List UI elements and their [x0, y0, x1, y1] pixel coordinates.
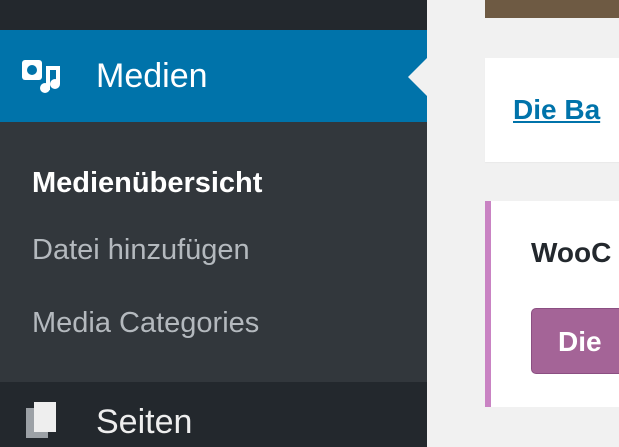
header-image-strip	[485, 0, 619, 18]
active-menu-pointer	[408, 58, 427, 96]
menu-item-seiten[interactable]: Seiten	[0, 382, 427, 447]
submenu-item-medienuebersicht[interactable]: Medienübersicht	[32, 166, 262, 200]
woocommerce-notice-title: WooC	[531, 237, 612, 268]
sidebar-previous-item	[0, 0, 427, 30]
menu-item-label: Medien	[96, 57, 208, 95]
notice-box: Die Ba	[485, 58, 619, 162]
admin-sidebar: Medien Medienübersicht Datei hinzufügen …	[0, 0, 427, 447]
woocommerce-action-button[interactable]: Die	[531, 308, 619, 374]
menu-item-label: Seiten	[96, 403, 193, 441]
notice-link[interactable]: Die Ba	[513, 94, 600, 126]
woocommerce-notice: WooC Die	[485, 201, 619, 407]
submenu-item-media-categories[interactable]: Media Categories	[32, 306, 259, 340]
submenu: Medienübersicht Datei hinzufügen Media C…	[0, 122, 427, 382]
media-icon	[22, 60, 60, 93]
pages-icon	[26, 402, 56, 438]
main-content: Die Ba WooC Die	[427, 0, 619, 447]
menu-item-medien[interactable]: Medien	[0, 30, 427, 122]
submenu-item-datei-hinzufuegen[interactable]: Datei hinzufügen	[32, 233, 250, 267]
